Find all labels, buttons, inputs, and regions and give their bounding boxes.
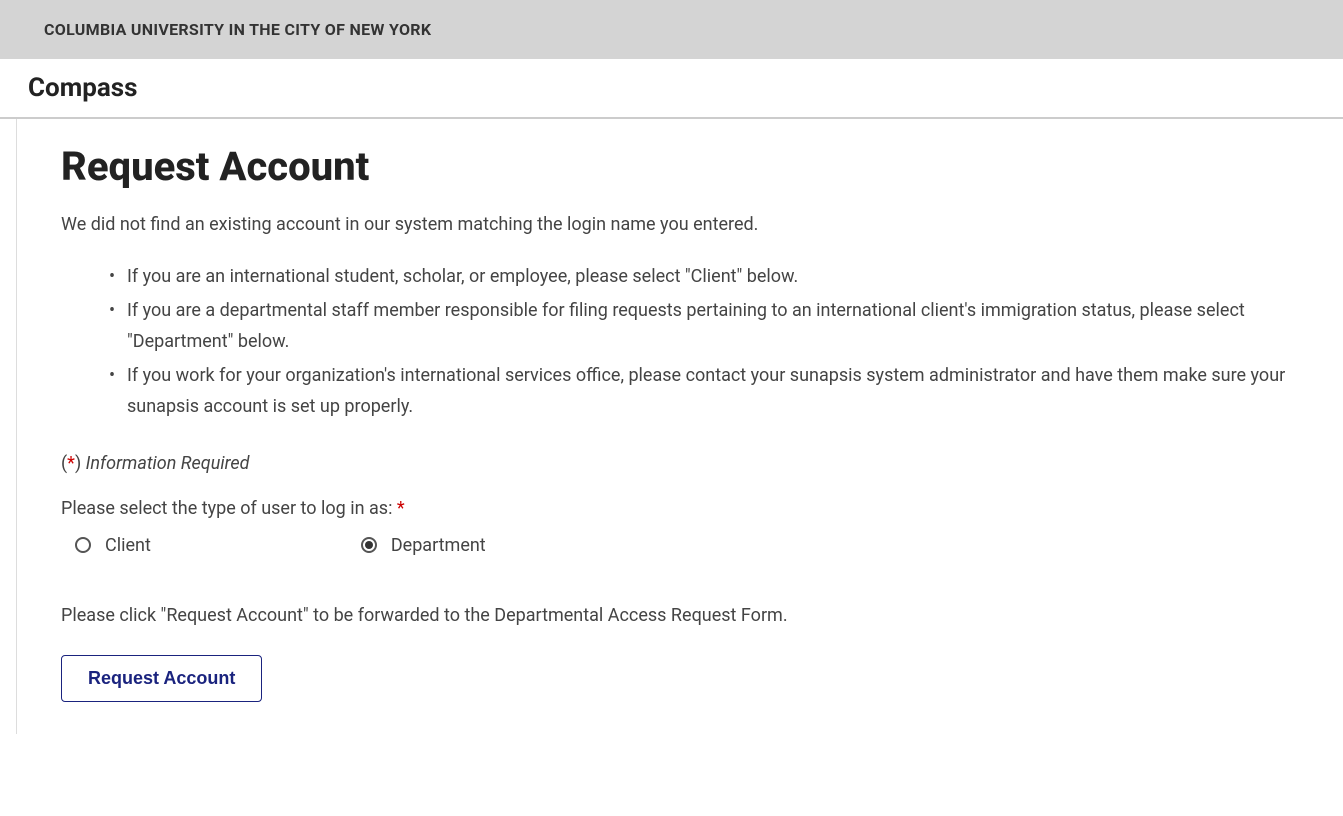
radio-label: Department: [391, 535, 486, 556]
intro-text: We did not find an existing account in o…: [61, 214, 1326, 235]
prompt-required-asterisk: *: [397, 498, 405, 519]
list-item: If you work for your organization's inte…: [115, 360, 1326, 423]
app-title-bar: Compass: [0, 59, 1343, 119]
org-banner: COLUMBIA UNIVERSITY IN THE CITY OF NEW Y…: [0, 0, 1343, 59]
radio-option-department[interactable]: Department: [361, 535, 486, 556]
required-asterisk: *: [67, 453, 75, 474]
page-heading: Request Account: [61, 143, 1326, 190]
radio-icon: [75, 537, 91, 553]
app-title: Compass: [28, 73, 1343, 103]
list-item: If you are a departmental staff member r…: [115, 295, 1326, 358]
forward-instruction: Please click "Request Account" to be for…: [61, 602, 821, 629]
radio-label: Client: [105, 535, 151, 556]
radio-option-client[interactable]: Client: [75, 535, 151, 556]
bullet-list: If you are an international student, sch…: [61, 261, 1326, 423]
user-type-radio-group: Client Department: [61, 535, 1326, 556]
required-note-text: Information Required: [86, 453, 250, 474]
required-note: (*) Information Required: [61, 453, 1326, 474]
required-note-close: ): [75, 453, 86, 474]
main-content: Request Account We did not find an exist…: [16, 119, 1326, 734]
list-item: If you are an international student, sch…: [115, 261, 1326, 293]
prompt-label-text: Please select the type of user to log in…: [61, 498, 397, 519]
user-type-prompt: Please select the type of user to log in…: [61, 498, 1326, 519]
request-account-button[interactable]: Request Account: [61, 655, 262, 702]
radio-icon: [361, 537, 377, 553]
org-name: COLUMBIA UNIVERSITY IN THE CITY OF NEW Y…: [44, 20, 1343, 39]
